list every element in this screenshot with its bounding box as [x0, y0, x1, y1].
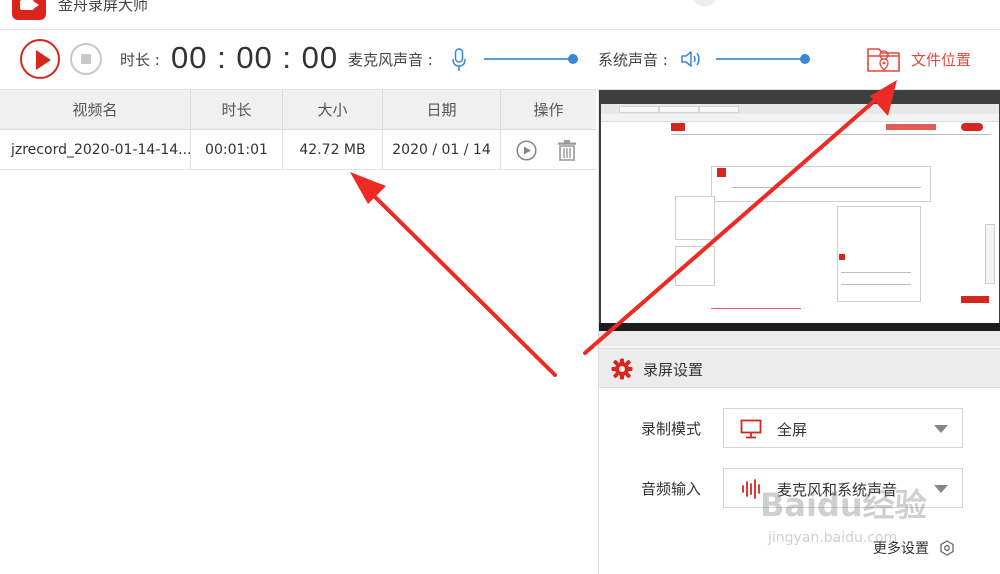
- chevron-down-icon: [934, 485, 948, 493]
- cell-video-name[interactable]: jzrecord_2020-01-14-14...: [0, 130, 191, 170]
- recordings-table: 视频名 时长 大小 日期 操作 jzrecord_2020-01-14-14..…: [0, 90, 596, 574]
- file-location-label: 文件位置: [911, 51, 972, 69]
- screen-recorder-window: 金舟录屏大师 时长 : 00 : 00 : 00 麦克风声音 : 系统声音 :: [0, 0, 1000, 574]
- column-header-duration[interactable]: 时长: [191, 90, 283, 130]
- mic-volume-knob[interactable]: [568, 54, 578, 64]
- column-header-size[interactable]: 大小: [283, 90, 383, 130]
- settings-ring-icon: [940, 540, 954, 556]
- settings-body: 录制模式 全屏 音频输入 麦克风和系统声音 更多设置: [599, 388, 1000, 574]
- system-volume-label: 系统声音 :: [598, 51, 668, 69]
- audio-wave-icon: [742, 479, 760, 499]
- record-mode-select[interactable]: 全屏: [723, 408, 963, 448]
- record-button[interactable]: [20, 39, 60, 79]
- system-volume-knob[interactable]: [800, 54, 810, 64]
- title-bar-button[interactable]: [694, 0, 716, 6]
- mic-volume-slider[interactable]: [484, 54, 578, 64]
- app-title: 金舟录屏大师: [58, 0, 149, 14]
- app-logo-icon: [12, 0, 46, 20]
- monitor-icon: [740, 419, 762, 439]
- record-mode-label: 录制模式: [641, 420, 702, 438]
- microphone-icon[interactable]: [452, 48, 466, 72]
- audio-input-label: 音频输入: [641, 480, 702, 498]
- mic-volume-label: 麦克风声音 :: [348, 51, 433, 69]
- audio-input-value: 麦克风和系统声音: [777, 481, 898, 499]
- column-header-date[interactable]: 日期: [383, 90, 501, 130]
- file-location-button[interactable]: 文件位置: [866, 42, 986, 76]
- title-bar: 金舟录屏大师: [0, 0, 1000, 30]
- timer-display: 00 : 00 : 00: [171, 40, 339, 75]
- duration-label: 时长 :: [120, 51, 160, 69]
- stop-icon: [81, 54, 91, 64]
- record-mode-value: 全屏: [777, 421, 808, 439]
- table-header: 视频名 时长 大小 日期 操作: [0, 90, 596, 130]
- more-settings-label: 更多设置: [873, 541, 929, 557]
- cell-duration: 00:01:01: [191, 130, 283, 170]
- cell-date: 2020 / 01 / 14: [383, 130, 501, 170]
- folder-location-icon: [867, 48, 900, 72]
- audio-input-select[interactable]: 麦克风和系统声音: [723, 468, 963, 508]
- cell-size: 42.72 MB: [283, 130, 383, 170]
- column-header-actions: 操作: [533, 101, 564, 119]
- preview-screenshot: [601, 104, 999, 332]
- gear-icon: [611, 358, 633, 380]
- recording-settings-header: 录屏设置: [599, 348, 1000, 388]
- table-row[interactable]: jzrecord_2020-01-14-14... 00:01:01 42.72…: [0, 130, 596, 170]
- speaker-icon[interactable]: [680, 49, 702, 69]
- play-icon[interactable]: [516, 140, 537, 161]
- right-panel: 录屏设置 录制模式 全屏 音频输入 麦克风和系统声音 更多设置: [598, 90, 1000, 574]
- toolbar: 时长 : 00 : 00 : 00 麦克风声音 : 系统声音 : 文件位置: [0, 30, 1000, 90]
- system-volume-slider[interactable]: [716, 54, 810, 64]
- chevron-down-icon: [934, 425, 948, 433]
- trash-icon[interactable]: [557, 139, 577, 161]
- screen-preview: [599, 90, 1000, 346]
- record-icon: [36, 50, 51, 70]
- stop-button[interactable]: [70, 43, 102, 75]
- column-header-name[interactable]: 视频名: [0, 90, 191, 130]
- settings-title: 录屏设置: [643, 361, 704, 379]
